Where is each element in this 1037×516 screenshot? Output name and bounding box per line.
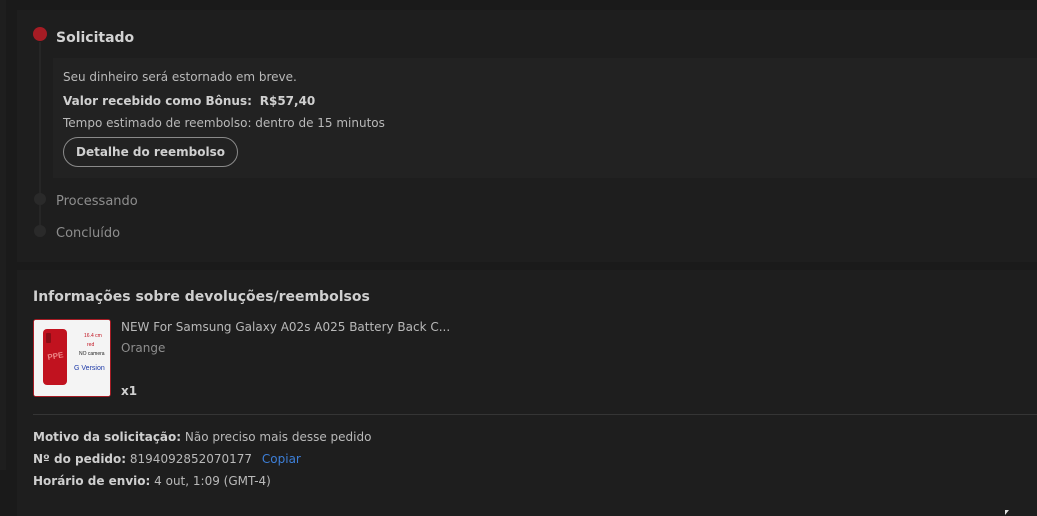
phone-back-cover-image: PPE 16.4 cm red NO camera G Version — [34, 320, 110, 396]
step-processing-dot — [34, 193, 46, 205]
mouse-cursor — [1005, 510, 1009, 515]
order-number-row: Nº do pedido: 8194092852070177 Copiar — [33, 452, 301, 466]
step-completed-dot — [34, 225, 46, 237]
left-edge — [0, 0, 6, 470]
bonus-value: R$57,40 — [259, 94, 316, 108]
copy-order-number-link[interactable]: Copiar — [262, 452, 301, 466]
product-variant: Orange — [121, 341, 166, 355]
refund-message: Seu dinheiro será estornado em breve. — [63, 70, 297, 84]
step-title-completed: Concluído — [56, 226, 121, 241]
reason-value: Não preciso mais desse pedido — [184, 430, 372, 444]
ship-time-label: Horário de envio: — [33, 474, 151, 488]
step-title-processing: Processando — [56, 194, 138, 209]
divider — [33, 414, 1037, 415]
image-size-text: 16.4 cm — [84, 333, 102, 339]
refund-detail-button[interactable]: Detalhe do reembolso — [63, 137, 238, 167]
product-quantity: x1 — [121, 384, 138, 398]
refund-estimate: Tempo estimado de reembolso: dentro de 1… — [63, 116, 385, 130]
section-title: Informações sobre devoluções/reembolsos — [33, 289, 370, 305]
ship-time-value: 4 out, 1:09 (GMT-4) — [154, 474, 271, 488]
reason-label: Motivo da solicitação: — [33, 430, 182, 444]
product-thumbnail[interactable]: PPE 16.4 cm red NO camera G Version — [33, 319, 111, 397]
bonus-label: Valor recebido como Bônus: — [63, 94, 252, 108]
bonus-row: Valor recebido como Bônus: R$57,40 — [63, 94, 315, 108]
reason-row: Motivo da solicitação: Não preciso mais … — [33, 430, 371, 444]
refund-detail-box: Seu dinheiro será estornado em breve. Va… — [53, 58, 1037, 178]
image-version-text: G Version — [74, 365, 105, 372]
image-color-text: red — [87, 342, 94, 348]
order-number-label: Nº do pedido: — [33, 452, 127, 466]
refund-status-card: Solicitado Seu dinheiro será estornado e… — [17, 10, 1037, 262]
image-camera-text: NO camera — [79, 351, 105, 357]
step-title-requested: Solicitado — [56, 30, 135, 46]
step-active-dot — [33, 27, 47, 41]
product-name[interactable]: NEW For Samsung Galaxy A02s A025 Battery… — [121, 320, 450, 334]
returns-info-card: Informações sobre devoluções/reembolsos … — [17, 270, 1037, 516]
ship-time-row: Horário de envio: 4 out, 1:09 (GMT-4) — [33, 474, 271, 488]
order-number-value: 8194092852070177 — [129, 452, 253, 466]
